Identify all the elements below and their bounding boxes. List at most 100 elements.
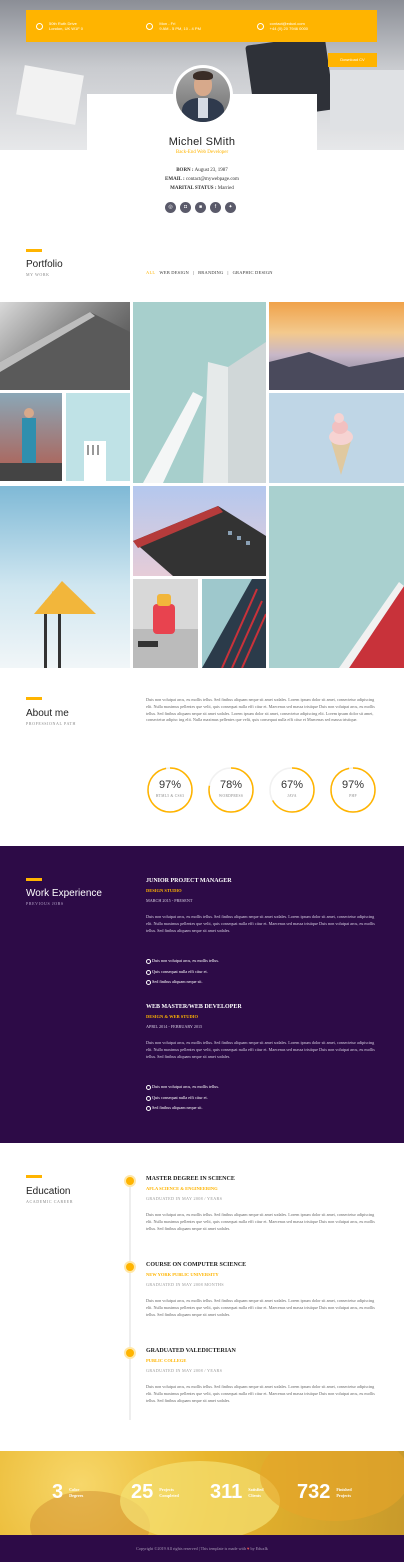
profile-name: Michel SMith xyxy=(168,136,236,148)
hero-section: 50th Ruth Drive London, UK W1F 0 Mon - Fr… xyxy=(0,0,404,240)
footer-copyright: Copyright ©2019 All rights reserved | Th… xyxy=(136,1546,246,1551)
portfolio-item[interactable] xyxy=(133,486,266,576)
portfolio-item[interactable] xyxy=(269,486,404,668)
education-subtitle: ACADEMIC CAREER xyxy=(26,1199,74,1204)
contact-line: +44 (0) 20 7946 0000 xyxy=(269,26,309,31)
list-item: Sed finibus aliquam neque sit. xyxy=(146,1105,219,1116)
job-description: Duis non volutpat arcu, eu mollis tellus… xyxy=(146,914,375,933)
about-subtitle: PROFESSIONAL PATH xyxy=(26,721,77,726)
stat-label: Completed xyxy=(159,1492,179,1498)
portfolio-item[interactable] xyxy=(0,302,130,390)
job-bullets: Duis non volutpat arcu, eu mollis tellus… xyxy=(146,1084,219,1116)
location-icon xyxy=(36,22,43,30)
education-title: Education xyxy=(26,1186,71,1197)
skill-circle: 97% HTML5 & CSS3 xyxy=(146,766,194,814)
stat-label: Projects xyxy=(336,1492,351,1498)
section-accent xyxy=(26,878,42,881)
education-degree: GRADUATED VALEDICTERIAN xyxy=(146,1348,236,1354)
contact-item-hours: Mon - Fri 9 AM - 5 PM, 10 - 4 PM xyxy=(146,21,256,31)
portfolio-item[interactable] xyxy=(0,393,62,481)
education-description: Duis non volutpat arcu, eu mollis tellus… xyxy=(146,1298,375,1317)
marital-label: MARITAL STATUS : xyxy=(170,186,217,191)
job-date: APRIL 2014 - FEBRUARY 2015 xyxy=(146,1024,203,1029)
avatar xyxy=(173,65,233,125)
job-description: Duis non volutpat arcu, eu mollis tellus… xyxy=(146,1040,375,1059)
stat-counter: 3 Color Degrees xyxy=(52,1481,83,1504)
job-company: DESIGN & WEB STUDIO xyxy=(146,1014,199,1019)
contact-item-address: 50th Ruth Drive London, UK W1F 0 xyxy=(36,21,146,31)
list-item: Quis consequat nulla effi citur et. xyxy=(146,1095,219,1106)
filter-web-design[interactable]: WEB DESIGN xyxy=(159,270,189,275)
download-cv-button[interactable]: Download CV xyxy=(328,53,377,67)
mail-icon xyxy=(256,22,264,30)
portfolio-item[interactable] xyxy=(0,486,130,668)
profile-born: BORN : August 23, 1987 xyxy=(87,168,317,173)
work-subtitle: PREVIOUS JOBS xyxy=(26,901,64,906)
filter-graphic-design[interactable]: GRAPHIC DESIGN xyxy=(233,270,273,275)
skill-percent: 67% xyxy=(280,779,304,791)
education-description: Duis non volutpat arcu, eu mollis tellus… xyxy=(146,1384,375,1403)
stat-counter: 732 Finished Projects xyxy=(297,1481,352,1504)
contact-bar: 50th Ruth Drive London, UK W1F 0 Mon - Fr… xyxy=(26,10,377,42)
clock-icon xyxy=(146,22,154,30)
education-school: PUBLIC COLLEGE xyxy=(146,1358,187,1363)
portfolio-item[interactable] xyxy=(269,393,404,483)
education-school: NEW YORK PUBLIC UNIVERSITY xyxy=(146,1272,219,1277)
profile-marital: MARITAL STATUS : Married xyxy=(87,186,317,191)
list-item: Quis consequat nulla effi citur et. xyxy=(146,969,219,980)
skill-percent: 97% xyxy=(341,779,365,791)
twitter-icon[interactable]: ✦ xyxy=(225,202,236,213)
timeline-dot xyxy=(126,1349,134,1357)
facebook-icon[interactable]: f xyxy=(210,202,221,213)
skill-label: JAVA xyxy=(287,794,297,798)
stat-number: 25 xyxy=(131,1481,154,1503)
timeline-dot xyxy=(126,1177,134,1185)
portfolio-item[interactable] xyxy=(133,579,198,668)
portfolio-item[interactable] xyxy=(133,302,266,483)
contact-item-email: contact@eduxl.com +44 (0) 20 7946 0000 xyxy=(256,21,367,31)
stat-label: Finished xyxy=(336,1486,352,1492)
dribbble-icon[interactable]: ◎ xyxy=(165,202,176,213)
filter-branding[interactable]: BRANDING xyxy=(198,270,223,275)
job-company: DESIGN STUDIO xyxy=(146,888,182,893)
job-title: WEB MASTER/WEB DEVELOPER xyxy=(146,1004,242,1010)
born-label: BORN : xyxy=(176,168,194,173)
portfolio-filters: ALL WEB DESIGN | BRANDING | GRAPHIC DESI… xyxy=(146,270,273,275)
section-accent xyxy=(26,249,42,252)
section-accent xyxy=(26,1175,42,1178)
job-title: JUNIOR PROJECT MANAGER xyxy=(146,878,232,884)
job-date: MARCH 2015 - PRESENT xyxy=(146,898,193,903)
heart-icon: ♥ xyxy=(246,1546,250,1551)
social-links: ◎ ◘ ■ f ✦ xyxy=(165,202,236,213)
email-value[interactable]: contact@mywebpage.com xyxy=(186,177,239,182)
stat-number: 311 xyxy=(210,1481,243,1503)
portfolio-title: Portfolio xyxy=(26,259,63,270)
timeline-line xyxy=(129,1176,131,1420)
education-degree: MASTER DEGREE IN SCIENCE xyxy=(146,1176,235,1182)
footer-credit[interactable]: by Eduxlk xyxy=(251,1546,268,1551)
skill-circle: 97% PHP xyxy=(329,766,377,814)
education-degree: COURSE ON COMPUTER SCIENCE xyxy=(146,1262,247,1268)
timeline-dot xyxy=(126,1263,134,1271)
portfolio-item[interactable] xyxy=(202,579,266,668)
stats-section: 3 Color Degrees 25 Projects Completed 311 … xyxy=(0,1451,404,1535)
education-date: GRADUATED IN MAY 2008 / YEARS xyxy=(146,1368,223,1373)
filter-all[interactable]: ALL xyxy=(146,270,155,275)
marital-value: Married xyxy=(217,186,234,191)
skill-percent: 97% xyxy=(158,779,182,791)
skill-percent: 78% xyxy=(219,779,243,791)
job-bullets: Duis non volutpat arcu, eu mollis tellus… xyxy=(146,958,219,990)
list-item: Duis non volutpat arcu, eu mollis tellus… xyxy=(146,958,219,969)
skill-circle: 67% JAVA xyxy=(268,766,316,814)
linkedin-icon[interactable]: ■ xyxy=(195,202,206,213)
instagram-icon[interactable]: ◘ xyxy=(180,202,191,213)
stat-label: Degrees xyxy=(69,1492,84,1498)
education-school: AFLA SCIENCE & ENGINEERING xyxy=(146,1186,218,1191)
portfolio-item[interactable] xyxy=(269,302,404,390)
about-text: Duis non volutpat arcu, eu mollis tellus… xyxy=(146,697,375,723)
about-title: About me xyxy=(26,708,69,719)
contact-line: 9 AM - 5 PM, 10 - 4 PM xyxy=(159,26,201,31)
list-item: Sed finibus aliquam neque sit. xyxy=(146,979,219,990)
profile-email: EMAIL : contact@mywebpage.com xyxy=(87,177,317,182)
portfolio-item[interactable] xyxy=(66,393,130,481)
